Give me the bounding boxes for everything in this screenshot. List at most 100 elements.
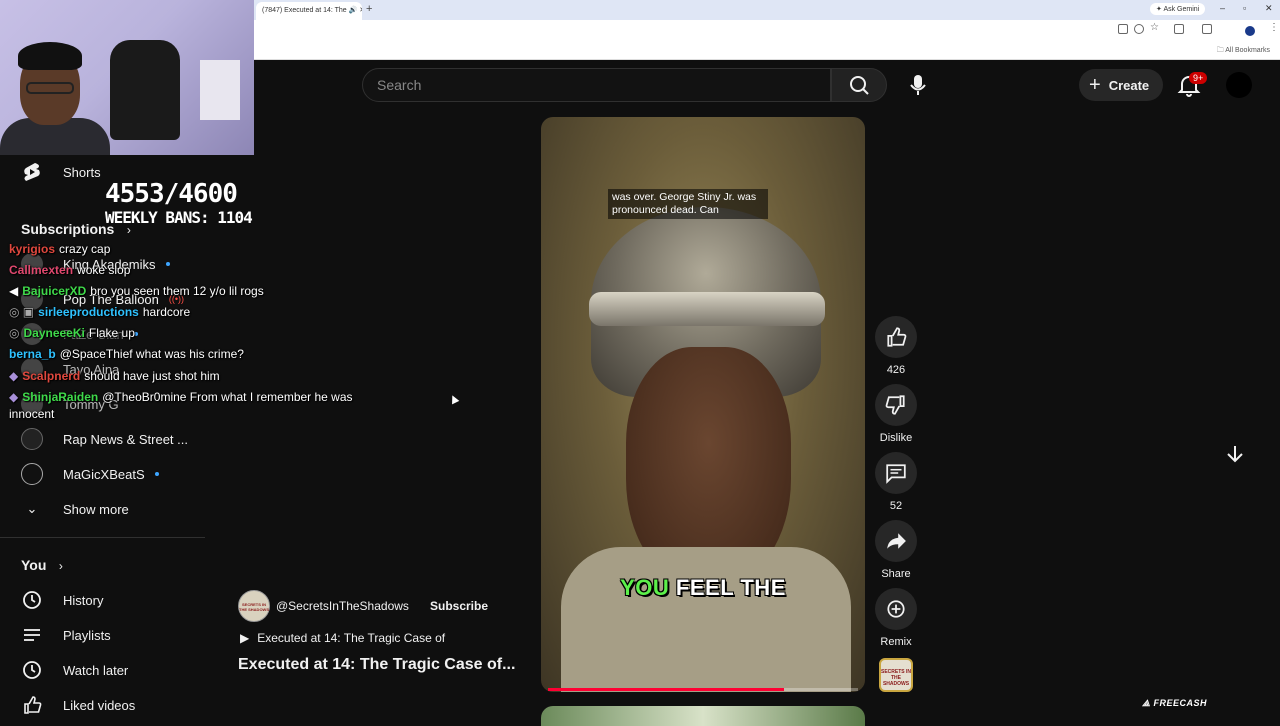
account-avatar[interactable] — [1226, 72, 1252, 98]
playlist-text: Executed at 14: The Tragic Case of — [257, 631, 446, 645]
new-tab-button[interactable]: + — [366, 3, 372, 15]
chat-username: berna_b — [9, 347, 56, 361]
overlay-weekly-bans: WEEKLY BANS: 1104 — [105, 208, 253, 227]
all-bookmarks-link[interactable]: 🗀 All Bookmarks — [1217, 46, 1270, 57]
sidebar-item-history[interactable]: History — [0, 583, 230, 617]
extensions-icon[interactable] — [1174, 24, 1184, 34]
channel-avatar[interactable]: SECRETS IN THE SHADOWS — [238, 590, 270, 622]
remix-button[interactable] — [875, 588, 917, 630]
caption-rest: FEEL THE — [675, 575, 786, 600]
subscriptions-label: Subscriptions — [21, 221, 115, 237]
search-box — [362, 68, 831, 102]
all-bookmarks-label: All Bookmarks — [1225, 47, 1270, 54]
shorts-icon — [21, 161, 43, 183]
sidepanel-icon[interactable] — [1202, 24, 1212, 34]
watermark-icon: ⟁ — [1142, 698, 1151, 708]
channel-thumb-text: SECRETS IN THE SHADOWS — [881, 669, 912, 687]
you-label: You — [21, 557, 47, 573]
badge-icon: ◎ ▣ — [9, 305, 35, 319]
you-header[interactable]: You › — [21, 557, 63, 575]
tab-title: (7847) Executed at 14: The — [262, 7, 347, 14]
bookmarks-bar: 🗀 All Bookmarks — [254, 42, 1280, 60]
sidebar-channel[interactable]: Rap News & Street ... — [0, 422, 230, 456]
dislike-label: Dislike — [879, 432, 913, 444]
chat-message: innocent — [9, 407, 54, 421]
sidebar-item-label: MaGicXBeatS — [63, 466, 145, 482]
bookmark-star-icon[interactable]: ☆ — [1150, 22, 1159, 33]
ask-gemini-button[interactable]: ✦ Ask Gemini — [1150, 3, 1206, 15]
menu-dots-icon[interactable]: ⋮ — [1269, 22, 1279, 33]
restore-icon[interactable]: ▫ — [1243, 3, 1246, 13]
next-video-preview[interactable] — [541, 706, 865, 726]
next-video-button[interactable] — [1224, 443, 1246, 465]
shorts-video-player[interactable]: was over. George Stiny Jr. was pronounce… — [541, 117, 865, 692]
channel-avatar-icon — [21, 463, 43, 485]
new-content-dot — [165, 262, 170, 266]
chat-username: kyrigios — [9, 242, 56, 256]
sidebar-item-label: Playlists — [63, 627, 111, 643]
channel-thumbnail[interactable]: SECRETS IN THE SHADOWS — [879, 658, 913, 692]
sidebar-item-playlists[interactable]: Playlists — [0, 618, 230, 652]
chat-username: ShinjaRaiden — [22, 390, 99, 404]
minimize-icon[interactable]: – — [1220, 3, 1225, 13]
like-button[interactable] — [875, 316, 917, 358]
badge-icon: ◎ — [9, 326, 20, 340]
tab-audio-icon[interactable]: 🔊 — [349, 7, 358, 14]
voice-search-button[interactable] — [900, 67, 936, 103]
zoom-icon[interactable] — [1134, 24, 1144, 34]
notification-badge: 9+ — [1189, 72, 1208, 84]
share-button[interactable] — [875, 520, 917, 562]
browser-profile-avatar[interactable] — [1245, 26, 1255, 36]
chat-message: ◆ Scalpnerd should have just shot him — [9, 369, 220, 383]
search-icon — [850, 76, 869, 95]
chat-text: woke slop — [77, 263, 131, 277]
history-icon — [21, 589, 43, 611]
plus-icon: + — [1089, 73, 1101, 96]
channel-handle[interactable]: @SecretsInTheShadows — [276, 599, 409, 613]
channel-avatar-icon — [21, 428, 43, 450]
channel-avatar-text: SECRETS IN THE SHADOWS — [239, 602, 269, 612]
address-bar[interactable]: ☆ ⋮ — [254, 20, 1280, 42]
subscribe-button[interactable]: Subscribe — [418, 592, 500, 620]
sidebar-channel[interactable]: MaGicXBeatS — [0, 457, 230, 491]
chevron-right-icon: › — [58, 559, 63, 573]
chat-message: ◀ BajuicerXD bro you seen them 12 y/o lil … — [9, 284, 264, 298]
video-title[interactable]: Executed at 14: The Tragic Case of... — [238, 656, 515, 674]
freecash-watermark: ⟁ FREECASH — [1142, 698, 1207, 709]
chat-message: kyrigios crazy cap — [9, 242, 110, 256]
chat-username: Callmexten — [9, 263, 74, 277]
dislike-button[interactable] — [875, 384, 917, 426]
sidebar-item-liked-videos[interactable]: Liked videos — [0, 688, 230, 722]
share-label: Share — [881, 568, 911, 580]
sidebar-item-watch-later[interactable]: Watch later — [0, 653, 230, 687]
thumbs-up-icon — [887, 327, 907, 347]
cast-icon[interactable] — [1118, 24, 1128, 34]
tab-close-icon[interactable]: ✕ — [359, 7, 362, 14]
browser-tab-bar — [254, 0, 1280, 20]
sidebar-item-label: History — [63, 592, 104, 608]
search-button[interactable] — [831, 68, 887, 102]
sidebar-item-label: Watch later — [63, 662, 129, 678]
show-more-button[interactable]: ⌄ Show more — [0, 492, 230, 526]
video-playlist-link[interactable]: ▶ Executed at 14: The Tragic Case of — [240, 631, 445, 645]
mouse-cursor — [448, 393, 460, 405]
streamer-webcam — [0, 0, 254, 155]
comments-button[interactable] — [875, 452, 917, 494]
chat-username: Scalpnerd — [22, 369, 81, 383]
video-progress-bar[interactable] — [548, 688, 858, 691]
video-caption: YOU FEEL THE — [541, 575, 865, 601]
create-button[interactable]: + Create — [1079, 69, 1163, 101]
chat-text: Flake up — [88, 326, 135, 340]
chat-text: crazy cap — [59, 242, 111, 256]
browser-tab[interactable]: (7847) Executed at 14: The 🔊 ✕ — [256, 2, 362, 20]
chat-message: ◎ ▣ sirleeproductions hardcore — [9, 305, 190, 319]
caption-highlight-word: YOU — [620, 575, 670, 600]
close-window-icon[interactable]: ✕ — [1265, 3, 1273, 14]
sidebar-item-label: Rap News & Street ... — [63, 431, 188, 447]
search-input[interactable] — [377, 77, 817, 93]
webcam-hair — [18, 42, 82, 70]
video-progress-fill — [548, 688, 784, 691]
video-body — [561, 547, 851, 692]
playlists-icon — [21, 624, 43, 646]
video-subtitle: was over. George Stiny Jr. was pronounce… — [608, 189, 768, 219]
